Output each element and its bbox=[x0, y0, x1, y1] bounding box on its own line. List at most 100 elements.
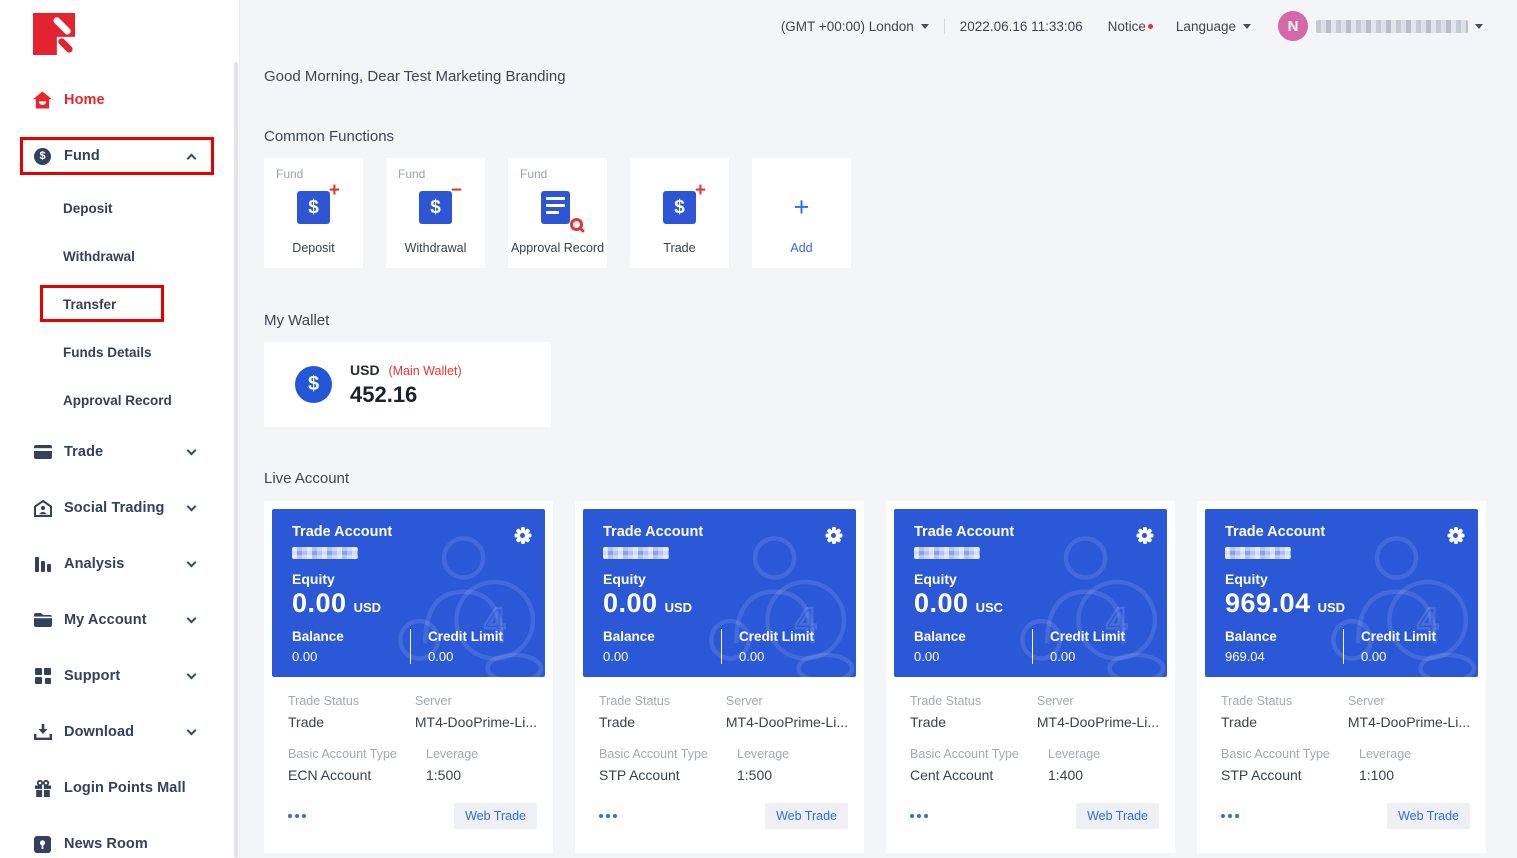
sidebar-nav: Home $ Fund Deposit Withdrawal Transfer … bbox=[0, 0, 239, 858]
sidebar-item-home[interactable]: Home bbox=[0, 72, 239, 128]
web-trade-button[interactable]: Web Trade bbox=[765, 803, 848, 829]
username-redacted bbox=[1316, 20, 1468, 33]
sidebar-item-label: My Account bbox=[64, 612, 147, 628]
gear-icon[interactable] bbox=[825, 527, 842, 544]
sidebar-item-support[interactable]: Support bbox=[0, 648, 239, 704]
leverage-value: 1:500 bbox=[737, 767, 848, 783]
sidebar-item-fund[interactable]: $ Fund bbox=[0, 128, 239, 184]
equity-value: 969.04 bbox=[1225, 588, 1311, 619]
notice-label: Notice bbox=[1108, 19, 1146, 34]
sidebar-item-trade[interactable]: Trade bbox=[0, 424, 239, 480]
language-selector[interactable]: Language bbox=[1176, 19, 1251, 34]
credit-limit-label: Credit Limit bbox=[739, 629, 842, 644]
trade-status-value: Trade bbox=[1221, 714, 1348, 730]
credit-limit-value: 0.00 bbox=[1050, 649, 1153, 664]
more-actions-button[interactable] bbox=[910, 810, 928, 822]
more-actions-button[interactable] bbox=[1221, 810, 1239, 822]
datetime: 2022.06.16 11:33:06 bbox=[960, 19, 1083, 34]
sidebar-item-label: Support bbox=[64, 668, 120, 684]
server-value: MT4-DooPrime-Li... bbox=[1037, 714, 1159, 730]
datetime-label: 2022.06.16 11:33:06 bbox=[960, 19, 1083, 34]
credit-limit-label: Credit Limit bbox=[1050, 629, 1153, 644]
account-type-label: Basic Account Type bbox=[910, 747, 1048, 761]
cf-card-deposit[interactable]: Fund $ + Deposit bbox=[264, 158, 363, 268]
equity-currency: USD bbox=[354, 600, 381, 615]
account-type-label: Basic Account Type bbox=[288, 747, 426, 761]
gear-icon[interactable] bbox=[1136, 527, 1153, 544]
my-wallet-title: My Wallet bbox=[264, 312, 1486, 329]
sidebar-item-analysis[interactable]: Analysis bbox=[0, 536, 239, 592]
trade-status-value: Trade bbox=[910, 714, 1037, 730]
sidebar-item-download[interactable]: Download bbox=[0, 704, 239, 760]
sidebar-item-transfer[interactable]: Transfer bbox=[0, 280, 239, 328]
minus-badge-icon: − bbox=[451, 181, 462, 200]
notice-badge-dot bbox=[1148, 24, 1153, 29]
account-summary-panel: 4 Trade Account Equity 969.04 USD bbox=[1205, 509, 1478, 677]
sidebar-item-label: Home bbox=[64, 92, 105, 108]
sidebar-subitem-label: Withdrawal bbox=[63, 249, 135, 264]
balance-value: 969.04 bbox=[1225, 649, 1343, 664]
account-number-redacted bbox=[603, 547, 669, 559]
live-account-row: 4 Trade Account Equity 0.00 USD bbox=[264, 501, 1486, 853]
web-trade-button[interactable]: Web Trade bbox=[1076, 803, 1159, 829]
timezone-label: (GMT +00:00) London bbox=[781, 19, 914, 34]
sidebar-item-deposit[interactable]: Deposit bbox=[0, 184, 239, 232]
trade-status-label: Trade Status bbox=[288, 694, 415, 708]
plus-badge-icon: + bbox=[695, 181, 706, 200]
cf-card-trade[interactable]: $ + Trade bbox=[630, 158, 729, 268]
cf-label: Withdrawal bbox=[386, 241, 485, 255]
cf-card-approval-record[interactable]: Fund Approval Record bbox=[508, 158, 607, 268]
web-trade-button[interactable]: Web Trade bbox=[1387, 803, 1470, 829]
wallet-type-tag: (Main Wallet) bbox=[388, 364, 461, 378]
common-functions-row: Fund $ + Deposit Fund $ − Withdrawal Fun… bbox=[264, 158, 1486, 268]
sidebar-item-label: Login Points Mall bbox=[64, 780, 186, 796]
sidebar-item-label: Social Trading bbox=[64, 500, 165, 516]
user-menu[interactable]: N bbox=[1278, 11, 1483, 41]
equity-currency: USD bbox=[665, 600, 692, 615]
account-type-label: Basic Account Type bbox=[1221, 747, 1359, 761]
news-pin-icon bbox=[33, 835, 52, 854]
account-details: Trade Status Trade Server MT4-DooPrime-L… bbox=[272, 677, 545, 829]
account-details: Trade Status Trade Server MT4-DooPrime-L… bbox=[583, 677, 856, 829]
sidebar-item-social-trading[interactable]: Social Trading bbox=[0, 480, 239, 536]
equity-value: 0.00 bbox=[603, 588, 658, 619]
sidebar-item-withdrawal[interactable]: Withdrawal bbox=[0, 232, 239, 280]
balance-label: Balance bbox=[1225, 629, 1343, 644]
wallet-card-icon bbox=[33, 443, 52, 462]
equity-label: Equity bbox=[1225, 571, 1464, 587]
home-icon bbox=[33, 91, 52, 110]
gear-icon[interactable] bbox=[1447, 527, 1464, 544]
sidebar-item-news-room[interactable]: News Room bbox=[0, 816, 239, 858]
sidebar-item-my-account[interactable]: My Account bbox=[0, 592, 239, 648]
web-trade-button[interactable]: Web Trade bbox=[454, 803, 537, 829]
notice-link[interactable]: Notice bbox=[1108, 19, 1153, 34]
approval-record-icon bbox=[541, 191, 574, 224]
sidebar-item-funds-details[interactable]: Funds Details bbox=[0, 328, 239, 376]
credit-limit-label: Credit Limit bbox=[428, 629, 531, 644]
cf-card-add[interactable]: + Add bbox=[752, 158, 851, 268]
cf-card-withdrawal[interactable]: Fund $ − Withdrawal bbox=[386, 158, 485, 268]
account-type-value: Cent Account bbox=[910, 767, 1048, 783]
sidebar-item-login-points-mall[interactable]: Login Points Mall bbox=[0, 760, 239, 816]
live-account-title: Live Account bbox=[264, 470, 1486, 487]
more-actions-button[interactable] bbox=[599, 810, 617, 822]
equity-currency: USC bbox=[976, 600, 1003, 615]
sidebar-item-approval-record[interactable]: Approval Record bbox=[0, 376, 239, 424]
more-actions-button[interactable] bbox=[288, 810, 306, 822]
chevron-down-icon bbox=[921, 24, 929, 29]
gear-icon[interactable] bbox=[514, 527, 531, 544]
credit-limit-label: Credit Limit bbox=[1361, 629, 1464, 644]
balance-label: Balance bbox=[914, 629, 1032, 644]
wallet-card[interactable]: $ USD (Main Wallet) 452.16 bbox=[264, 342, 551, 427]
folder-icon bbox=[33, 611, 52, 630]
account-type-value: ECN Account bbox=[288, 767, 426, 783]
sidebar-scrollbar[interactable] bbox=[234, 62, 238, 858]
balance-label: Balance bbox=[292, 629, 410, 644]
fund-withdrawal-icon: $ − bbox=[419, 191, 452, 224]
live-account-card: 4 Trade Account Equity 969.04 USD bbox=[1197, 501, 1486, 853]
doo-prime-logo-icon bbox=[33, 13, 75, 55]
trade-status-value: Trade bbox=[288, 714, 415, 730]
timezone-selector[interactable]: (GMT +00:00) London bbox=[781, 19, 929, 34]
doo-prime-logo[interactable] bbox=[33, 13, 75, 55]
cf-label: Trade bbox=[630, 241, 729, 255]
